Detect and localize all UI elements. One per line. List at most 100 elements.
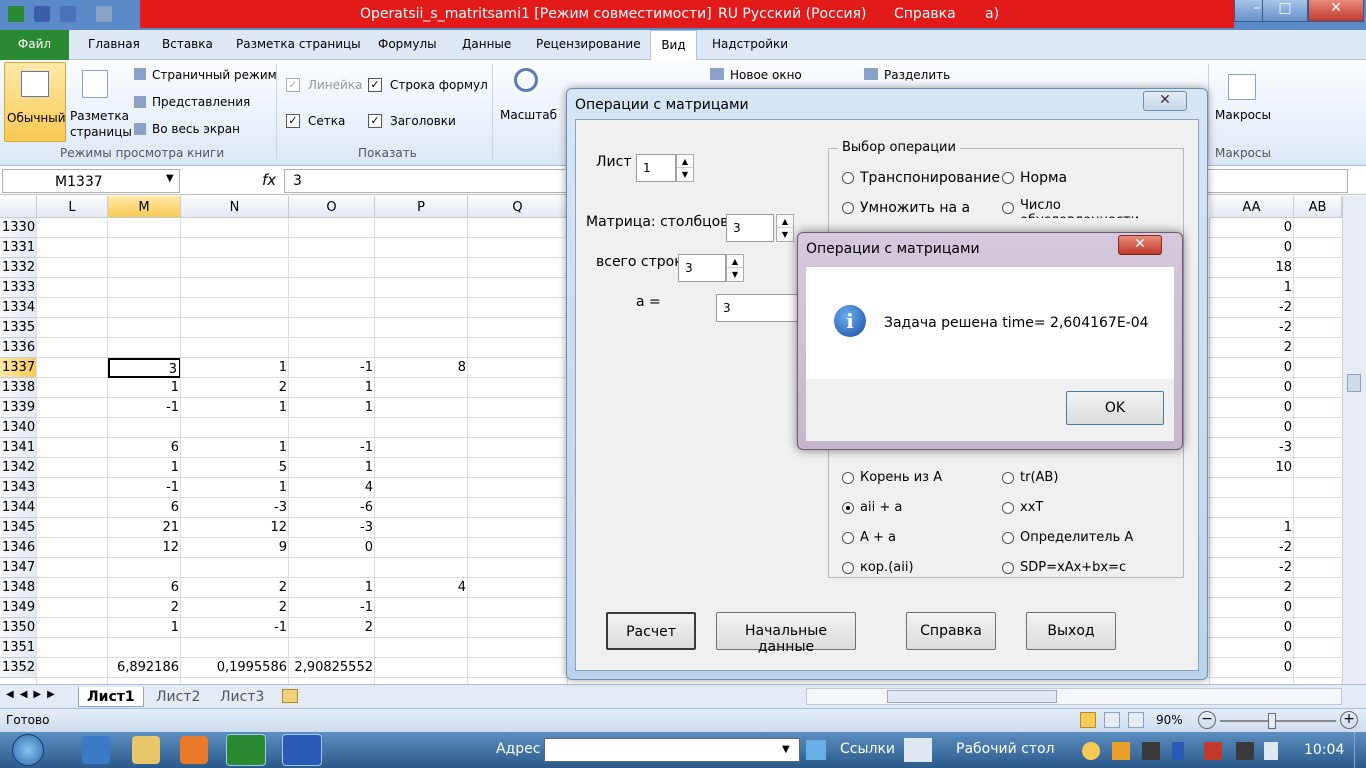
tab-view[interactable]: Вид — [650, 30, 697, 61]
tab-addins[interactable]: Надстройки — [712, 37, 788, 51]
cell-AA[interactable]: 0 — [1210, 638, 1294, 658]
cell-M[interactable] — [108, 638, 181, 658]
cell-N[interactable] — [181, 218, 289, 238]
explorer-icon[interactable] — [132, 736, 160, 764]
cell-O[interactable] — [289, 558, 375, 578]
cell-O[interactable] — [289, 258, 375, 278]
cols-input[interactable]: 3 — [726, 214, 774, 242]
cell-P[interactable] — [375, 598, 468, 618]
row-header[interactable]: 1344 — [0, 498, 37, 518]
tab-file[interactable]: Файл — [0, 30, 69, 60]
row-header[interactable]: 1339 — [0, 398, 37, 418]
cell-AA[interactable]: 1 — [1210, 518, 1294, 538]
zoom-in-button[interactable]: + — [1340, 711, 1358, 729]
page-layout-view-icon[interactable] — [1104, 712, 1120, 728]
radio-xxt[interactable] — [1002, 502, 1014, 514]
cell-N[interactable]: 2 — [181, 378, 289, 398]
radio-sqrt-aii[interactable] — [842, 562, 854, 574]
cell-O[interactable] — [289, 218, 375, 238]
zoom-level[interactable]: 90% — [1156, 713, 1183, 727]
cell-AA[interactable] — [1210, 478, 1294, 498]
row-header[interactable]: 1341 — [0, 438, 37, 458]
cell-AA[interactable]: 0 — [1210, 658, 1294, 678]
row-header[interactable]: 1347 — [0, 558, 37, 578]
cell-O[interactable]: 2,90825552 — [289, 658, 375, 678]
cell-N[interactable]: -1 — [181, 618, 289, 638]
cell-N[interactable] — [181, 298, 289, 318]
calculate-button[interactable]: Расчет — [606, 612, 696, 650]
sheet-tab-3[interactable]: Лист3 — [212, 687, 272, 707]
cell-P[interactable] — [375, 278, 468, 298]
cell-M[interactable] — [108, 318, 181, 338]
cell-AA[interactable]: 1 — [1210, 278, 1294, 298]
cell-AA[interactable]: 0 — [1210, 418, 1294, 438]
message-close-button[interactable]: ✕ — [1118, 235, 1162, 255]
undo-icon[interactable] — [60, 6, 76, 22]
zoom-slider-thumb[interactable] — [1268, 713, 1276, 729]
cell-P[interactable] — [375, 418, 468, 438]
row-header[interactable]: 1349 — [0, 598, 37, 618]
radio-trace[interactable] — [1002, 472, 1014, 484]
cell-AA[interactable]: -2 — [1210, 318, 1294, 338]
cell-O[interactable]: 4 — [289, 478, 375, 498]
macros-button[interactable]: Макросы — [1215, 108, 1271, 122]
cell-N[interactable] — [181, 278, 289, 298]
cell-N[interactable]: 0,1995586 — [181, 658, 289, 678]
tab-data[interactable]: Данные — [462, 37, 511, 51]
rows-spinner[interactable]: ▲ ▼ — [726, 254, 744, 282]
cell-N[interactable] — [181, 638, 289, 658]
save-icon[interactable] — [34, 6, 50, 22]
cell-M[interactable]: 6 — [108, 438, 181, 458]
cell-P[interactable] — [375, 438, 468, 458]
sheet-nav-arrows[interactable]: ◀◀▶▶ — [6, 689, 61, 700]
cell-AA[interactable]: 0 — [1210, 618, 1294, 638]
rows-input[interactable]: 3 — [678, 254, 726, 282]
cell-M[interactable]: 21 — [108, 518, 181, 538]
start-button[interactable] — [12, 734, 44, 766]
new-sheet-icon[interactable] — [282, 689, 298, 703]
cell-O[interactable] — [289, 318, 375, 338]
cell-N[interactable] — [181, 258, 289, 278]
cell-N[interactable] — [181, 318, 289, 338]
ruler-checkbox[interactable]: ✓ — [286, 78, 300, 92]
row-header[interactable]: 1350 — [0, 618, 37, 638]
a-input[interactable]: 3 — [716, 294, 800, 322]
cell-AA[interactable]: -2 — [1210, 558, 1294, 578]
show-desktop-button[interactable] — [1354, 732, 1366, 768]
ok-button[interactable]: OK — [1066, 391, 1164, 425]
radio-norm[interactable] — [1002, 172, 1014, 184]
col-header-M[interactable]: M — [108, 196, 181, 218]
cell-P[interactable] — [375, 298, 468, 318]
row-header[interactable]: 1338 — [0, 378, 37, 398]
col-header-AA[interactable]: AA — [1210, 196, 1294, 218]
row-header[interactable]: 1331 — [0, 238, 37, 258]
row-header[interactable]: 1336 — [0, 338, 37, 358]
row-header[interactable]: 1330 — [0, 218, 37, 238]
exit-button[interactable]: Выход — [1026, 612, 1116, 650]
cell-N[interactable]: 1 — [181, 438, 289, 458]
redo-icon[interactable] — [96, 6, 112, 22]
normal-view-icon[interactable] — [1080, 712, 1096, 728]
help-button[interactable]: Справка — [906, 612, 996, 650]
excel-taskbar-icon[interactable] — [226, 734, 266, 766]
cell-M[interactable]: 12 — [108, 538, 181, 558]
power-icon[interactable] — [1236, 742, 1254, 760]
cell-P[interactable] — [375, 338, 468, 358]
row-header[interactable]: 1342 — [0, 458, 37, 478]
page-layout-button[interactable]: Разметка страницы — [70, 108, 132, 140]
go-icon[interactable] — [806, 740, 826, 760]
option-sdp[interactable]: SDP=xAx+bx=c — [1020, 560, 1126, 575]
cell-AA[interactable] — [1210, 498, 1294, 518]
cell-M[interactable] — [108, 258, 181, 278]
cell-N[interactable]: -3 — [181, 498, 289, 518]
cell-P[interactable] — [375, 658, 468, 678]
active-cell[interactable]: 3 — [108, 358, 181, 378]
cell-M[interactable]: -1 — [108, 398, 181, 418]
address-input[interactable] — [544, 738, 800, 762]
zoom-button[interactable]: Масштаб — [500, 108, 557, 122]
row-header[interactable]: 1335 — [0, 318, 37, 338]
cell-N[interactable]: 2 — [181, 578, 289, 598]
cell-O[interactable] — [289, 638, 375, 658]
col-header-N[interactable]: N — [181, 196, 289, 218]
normal-view-button[interactable]: Обычный — [4, 62, 66, 142]
